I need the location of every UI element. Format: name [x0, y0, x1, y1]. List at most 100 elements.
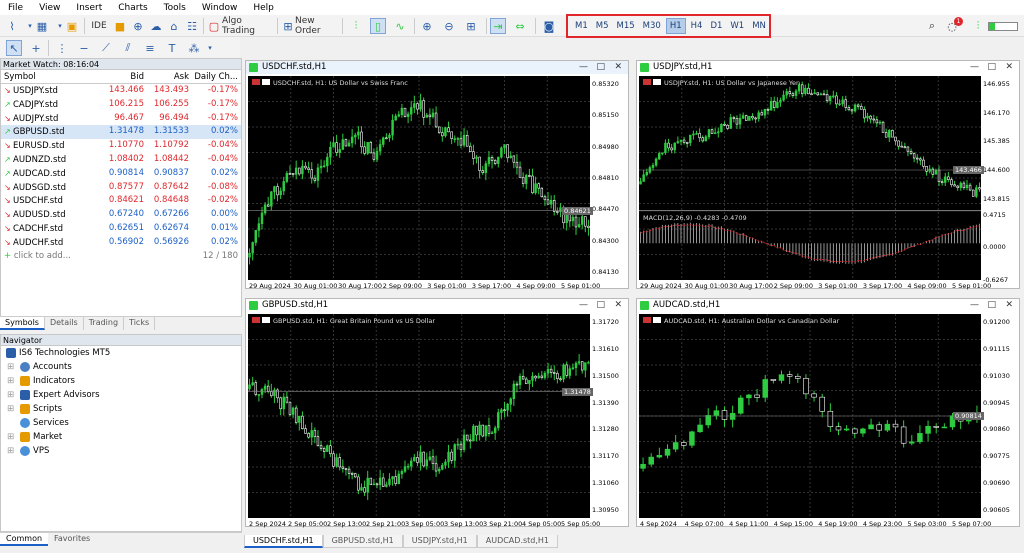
screenshot-icon[interactable]: ◙ [541, 18, 557, 34]
crosshair-icon[interactable]: + [28, 40, 44, 56]
candlestick-icon[interactable]: ▯ [370, 18, 386, 34]
cursor-icon[interactable]: ↖ [6, 40, 22, 56]
market-watch-row[interactable]: ↘ EURUSD.std 1.10770 1.10792 -0.04% [1, 139, 241, 153]
nav-item-vps[interactable]: ⊞ VPS [1, 444, 241, 458]
col-bid[interactable]: Bid [104, 70, 146, 83]
tf-mn[interactable]: MN [749, 19, 769, 33]
cloud-icon[interactable]: ☁ [148, 18, 164, 34]
col-symbol[interactable]: Symbol [1, 70, 104, 83]
tab-common[interactable]: Common [0, 533, 49, 546]
tf-h1[interactable]: H1 [665, 18, 686, 34]
maximize-icon[interactable]: □ [596, 61, 605, 74]
minimize-icon[interactable]: — [970, 61, 979, 74]
profiles-icon[interactable]: ▣ [64, 18, 80, 34]
bar-chart-icon[interactable]: ⫶ [348, 18, 364, 34]
chart-plot-area[interactable]: USDCHF.std, H1: US Dollar vs Swiss Franc [248, 76, 590, 280]
chart-title-bar[interactable]: GBPUSD.std,H1 — □ ✕ [246, 299, 628, 312]
zoom-in-icon[interactable]: ⊕ [419, 18, 435, 34]
chart-type-icon[interactable]: ⌇ [4, 18, 20, 34]
menu-insert[interactable]: Insert [68, 3, 110, 13]
nav-item-expert-advisors[interactable]: ⊞ Expert Advisors [1, 388, 241, 402]
news-icon[interactable]: ☷ [184, 18, 200, 34]
chart-title-bar[interactable]: USDCHF.std,H1 — □ ✕ [246, 61, 628, 74]
maximize-icon[interactable]: □ [987, 299, 996, 312]
chart-tab-usdjpy[interactable]: USDJPY.std,H1 [402, 535, 477, 548]
chart-title-bar[interactable]: AUDCAD.std,H1 — □ ✕ [637, 299, 1019, 312]
nav-item-indicators[interactable]: ⊞ Indicators [1, 374, 241, 388]
chart-window-usdchf[interactable]: USDCHF.std,H1 — □ ✕ USDCHF.std, H1: US D… [245, 60, 629, 290]
close-icon[interactable]: ✕ [614, 299, 622, 312]
maximize-icon[interactable]: □ [987, 61, 996, 74]
add-symbol-row[interactable]: + click to add... 12 / 180 [1, 250, 241, 264]
tab-favorites[interactable]: Favorites [48, 533, 96, 546]
bag-icon[interactable]: ■ [112, 18, 128, 34]
market-watch-row[interactable]: ↗ GBPUSD.std 1.31478 1.31533 0.02% [1, 125, 241, 140]
nav-item-market[interactable]: ⊞ Market [1, 430, 241, 444]
market-watch-row[interactable]: ↗ AUDNZD.std 1.08402 1.08442 -0.04% [1, 153, 241, 167]
tile-windows-icon[interactable]: ⊞ [463, 18, 479, 34]
algo-trading-button[interactable]: Algo Trading [222, 16, 274, 36]
tf-h4[interactable]: H4 [688, 19, 706, 33]
col-ask[interactable]: Ask [146, 70, 191, 83]
tf-m5[interactable]: M5 [593, 19, 612, 33]
market-watch-row[interactable]: ↘ AUDSGD.std 0.87577 0.87642 -0.08% [1, 181, 241, 195]
navigator-root[interactable]: IS6 Technologies MT5 [1, 346, 241, 360]
tab-trading[interactable]: Trading [84, 317, 125, 330]
chart-window-audcad[interactable]: AUDCAD.std,H1 — □ ✕ AUDCAD.std, H1: Aust… [636, 298, 1020, 528]
close-icon[interactable]: ✕ [614, 61, 622, 74]
tab-ticks[interactable]: Ticks [124, 317, 156, 330]
chart-plot-area[interactable]: AUDCAD.std, H1: Australian Dollar vs Can… [639, 314, 981, 518]
col-daily-change[interactable]: Daily Ch... [191, 70, 241, 83]
market-watch-row[interactable]: ↘ AUDJPY.std 96.467 96.494 -0.17% [1, 112, 241, 126]
menu-charts[interactable]: Charts [110, 3, 155, 13]
chart-plot-area[interactable]: USDJPY.std, H1: US Dollar vs Japanese Ye… [639, 76, 981, 280]
vertical-line-icon[interactable]: ⋮ [54, 40, 70, 56]
menu-view[interactable]: View [31, 3, 68, 13]
menu-file[interactable]: File [0, 3, 31, 13]
nav-item-services[interactable]: Services [1, 416, 241, 430]
line-chart-icon[interactable]: ∿ [392, 18, 408, 34]
chart-shift-icon[interactable]: ⇔ [512, 18, 528, 34]
market-watch-row[interactable]: ↘ USDCHF.std 0.84621 0.84648 -0.02% [1, 194, 241, 208]
maximize-icon[interactable]: □ [596, 299, 605, 312]
chart-title-bar[interactable]: USDJPY.std,H1 — □ ✕ [637, 61, 1019, 74]
tf-m30[interactable]: M30 [640, 19, 664, 33]
tf-m1[interactable]: M1 [572, 19, 591, 33]
market-watch-row[interactable]: ↘ AUDCHF.std 0.56902 0.56926 0.02% [1, 236, 241, 250]
tab-details[interactable]: Details [45, 317, 84, 330]
chart-window-usdjpy[interactable]: USDJPY.std,H1 — □ ✕ USDJPY.std, H1: US D… [636, 60, 1020, 290]
chart-tab-gbpusd[interactable]: GBPUSD.std,H1 [322, 535, 403, 548]
menu-window[interactable]: Window [194, 3, 246, 13]
tab-symbols[interactable]: Symbols [0, 317, 45, 330]
trendline-icon[interactable]: ⟋ [98, 40, 114, 56]
market-watch-row[interactable]: ↘ AUDUSD.std 0.67240 0.67266 0.00% [1, 208, 241, 222]
channel-icon[interactable]: ⫽ [120, 40, 136, 56]
shapes-icon[interactable]: ⁂ [186, 40, 202, 56]
chart-tab-usdchf[interactable]: USDCHF.std,H1 [244, 535, 323, 548]
new-order-button[interactable]: New Order [295, 16, 339, 36]
chart-tab-audcad[interactable]: AUDCAD.std,H1 [476, 535, 559, 548]
minimize-icon[interactable]: — [579, 61, 588, 74]
text-icon[interactable]: T [164, 40, 180, 56]
dropdown-icon[interactable]: ▾ [202, 40, 218, 56]
close-icon[interactable]: ✕ [1005, 299, 1013, 312]
new-chart-icon[interactable]: ▦ [34, 18, 50, 34]
chart-window-gbpusd[interactable]: GBPUSD.std,H1 — □ ✕ GBPUSD.std, H1: Grea… [245, 298, 629, 528]
zoom-out-icon[interactable]: ⊖ [441, 18, 457, 34]
nav-item-scripts[interactable]: ⊞ Scripts [1, 402, 241, 416]
market-watch-row[interactable]: ↗ CADJPY.std 106.215 106.255 -0.17% [1, 98, 241, 112]
search-icon[interactable]: ⌕ [924, 18, 940, 34]
market-watch-row[interactable]: ↘ USDJPY.std 143.466 143.493 -0.17% [1, 84, 241, 98]
menu-tools[interactable]: Tools [156, 3, 194, 13]
tf-w1[interactable]: W1 [727, 19, 747, 33]
market-watch-row[interactable]: ↘ CADCHF.std 0.62651 0.62674 0.01% [1, 222, 241, 236]
signals-icon[interactable]: ⊕ [130, 18, 146, 34]
tf-d1[interactable]: D1 [707, 19, 725, 33]
horizontal-line-icon[interactable]: − [76, 40, 92, 56]
minimize-icon[interactable]: — [579, 299, 588, 312]
chart-plot-area[interactable]: GBPUSD.std, H1: Great Britain Pound vs U… [248, 314, 590, 518]
ide-button[interactable]: IDE [88, 18, 110, 34]
close-icon[interactable]: ✕ [1005, 61, 1013, 74]
fibonacci-icon[interactable]: ≡ [142, 40, 158, 56]
menu-help[interactable]: Help [245, 3, 282, 13]
